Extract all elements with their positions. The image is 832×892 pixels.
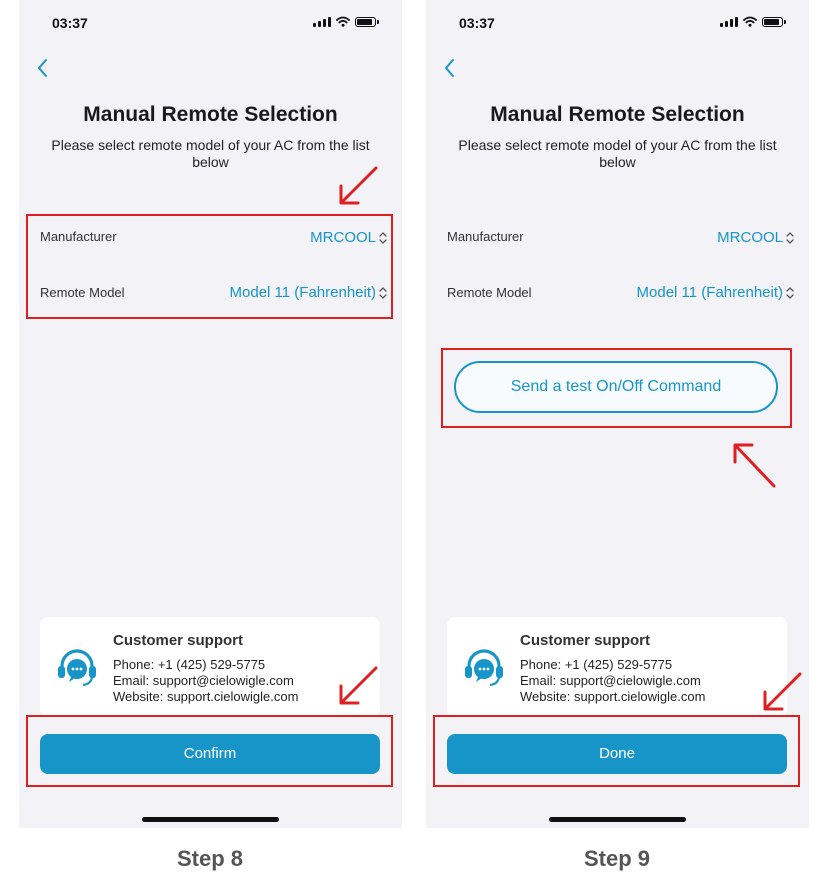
wifi-icon — [336, 16, 350, 27]
support-title: Customer support — [520, 632, 651, 649]
arrow-icon — [733, 443, 776, 488]
remote-model-value[interactable]: Model 11 (Fahrenheit) — [637, 284, 783, 301]
highlight-box-confirm — [26, 715, 393, 787]
arrow-icon — [339, 666, 378, 705]
support-phone[interactable]: Phone: +1 (425) 529-5775 — [113, 657, 265, 672]
page-subtitle: Please select remote model of your AC fr… — [51, 137, 370, 170]
status-time: 03:37 — [459, 15, 495, 31]
manufacturer-value[interactable]: MRCOOL — [717, 229, 783, 246]
page-subtitle: Please select remote model of your AC fr… — [458, 137, 777, 170]
back-chevron-icon[interactable] — [438, 54, 462, 82]
support-website[interactable]: Website: support.cielowigle.com — [113, 689, 298, 704]
battery-icon — [762, 16, 786, 27]
highlight-box-done — [433, 715, 800, 787]
home-indicator — [142, 817, 279, 822]
remote-model-label: Remote Model — [447, 285, 532, 300]
arrow-icon — [339, 166, 378, 205]
signal-icon — [720, 16, 738, 27]
support-phone[interactable]: Phone: +1 (425) 529-5775 — [520, 657, 672, 672]
status-time: 03:37 — [52, 15, 88, 31]
status-icons — [313, 16, 379, 27]
support-headset-icon — [465, 649, 503, 687]
up-down-chevron-icon — [786, 287, 794, 299]
step-label-9: Step 9 — [583, 846, 651, 871]
highlight-box-selection — [26, 214, 393, 319]
support-title: Customer support — [113, 632, 244, 649]
support-email[interactable]: Email: support@cielowigle.com — [113, 673, 294, 688]
support-headset-icon — [58, 649, 96, 687]
highlight-box-test-command — [441, 348, 792, 428]
up-down-chevron-icon — [786, 232, 794, 244]
manufacturer-label: Manufacturer — [447, 229, 524, 244]
battery-icon — [355, 16, 379, 27]
support-email[interactable]: Email: support@cielowigle.com — [520, 673, 701, 688]
back-chevron-icon[interactable] — [31, 54, 55, 82]
signal-icon — [313, 16, 331, 27]
arrow-icon — [763, 672, 802, 711]
home-indicator — [549, 817, 686, 822]
wifi-icon — [743, 16, 757, 27]
page-title: Manual Remote Selection — [83, 103, 338, 126]
support-website[interactable]: Website: support.cielowigle.com — [520, 689, 705, 704]
page-title: Manual Remote Selection — [490, 103, 745, 126]
customer-support-card: Customer support Phone: +1 (425) 529-577… — [40, 617, 380, 717]
status-icons — [720, 16, 786, 27]
customer-support-card: Customer support Phone: +1 (425) 529-577… — [447, 617, 787, 717]
step-label-8: Step 8 — [176, 846, 244, 871]
